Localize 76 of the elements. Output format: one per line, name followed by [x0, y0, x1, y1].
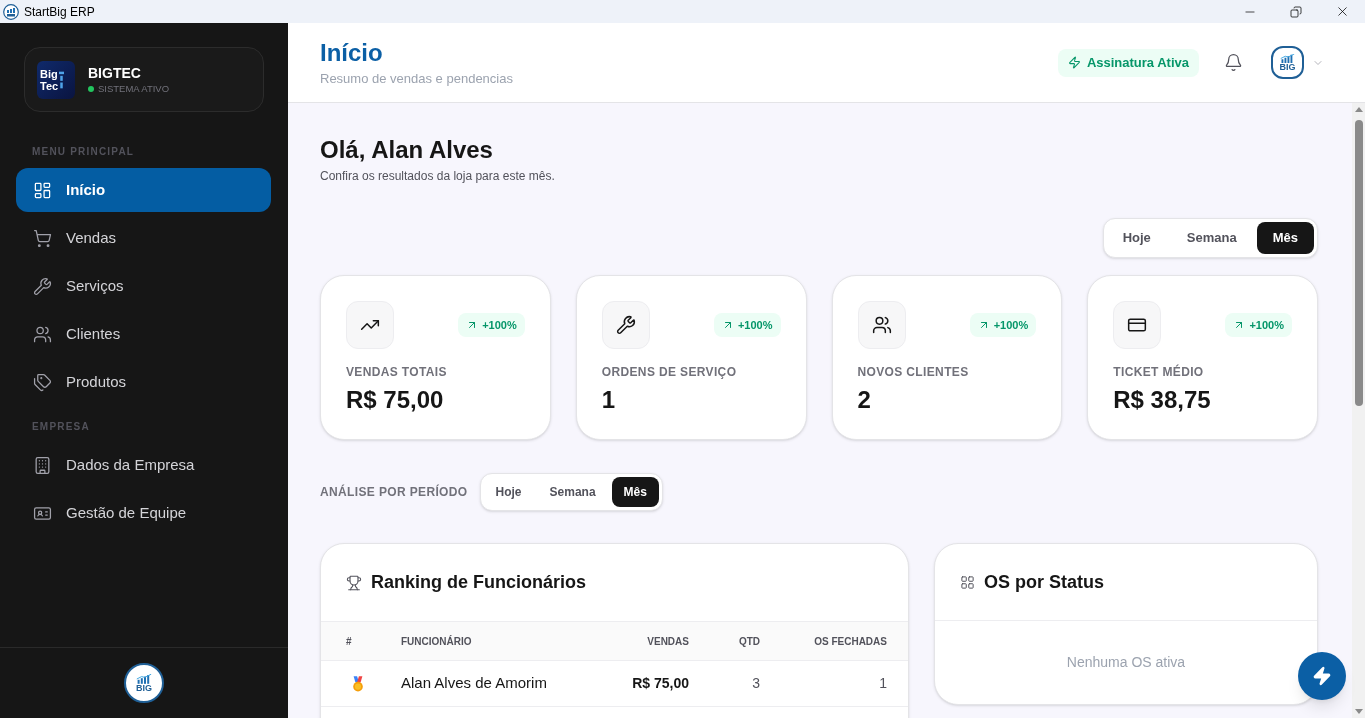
column-header: FUNCIONÁRIO	[401, 634, 473, 649]
dashboard-icon	[33, 180, 52, 200]
period-tab[interactable]: Semana	[537, 477, 608, 507]
sidebar-item[interactable]: Dados da Empresa	[16, 443, 271, 487]
change-value: +100%	[993, 317, 1029, 333]
greeting-title: Olá, Alan Alves	[320, 135, 494, 165]
period-tab[interactable]: Mês	[1256, 222, 1314, 254]
logo-text: BIG	[136, 683, 152, 693]
bar-chart-icon	[136, 673, 152, 684]
company-name: BIGTEC	[88, 63, 142, 82]
page-title: Início	[320, 38, 384, 68]
lightning-icon	[1067, 56, 1081, 69]
app-icon	[3, 3, 19, 20]
company-status: SISTEMA ATIVO	[98, 81, 170, 96]
stat-value: 1	[601, 385, 617, 415]
section-title: EMPRESA	[32, 421, 91, 433]
change-value: +100%	[1249, 317, 1284, 333]
period-tab[interactable]: Semana	[1170, 222, 1253, 254]
period-tab[interactable]: Mês	[611, 477, 659, 507]
subscription-status: Assinatura Ativa	[1086, 53, 1189, 72]
stat-value: R$ 75,00	[346, 385, 445, 415]
table-cell-text: 1	[878, 674, 887, 693]
stat-label: VENDAS TOTAIS	[346, 364, 448, 380]
table-cell-text: R$ 75,00	[631, 674, 689, 693]
trend-up-icon	[346, 301, 394, 349]
cart-icon	[33, 228, 52, 248]
sidebar-item[interactable]: Vendas	[16, 216, 271, 260]
medal-icon	[351, 675, 365, 692]
change-value: +100%	[737, 317, 773, 333]
table-cell-text: Alan Alves de Amorim	[401, 673, 548, 694]
avatar-text: BIG	[1279, 62, 1296, 72]
page-subtitle: Resumo de vendas e pendencias	[320, 70, 513, 87]
restore-icon[interactable]	[1290, 5, 1302, 18]
tags-icon	[33, 372, 52, 392]
section-title: MENU PRINCIPAL	[32, 146, 136, 158]
column-header: VENDAS	[646, 634, 689, 649]
stat-label: NOVOS CLIENTES	[857, 364, 970, 380]
scrollbar[interactable]	[1352, 103, 1365, 718]
quick-action-button[interactable]	[1298, 652, 1346, 700]
card-title: Ranking de Funcionários	[371, 571, 587, 594]
wrench-icon	[33, 276, 52, 296]
logo-text: Big	[40, 67, 59, 80]
sidebar-item[interactable]: Gestão de Equipe	[16, 491, 271, 535]
trophy-icon	[346, 574, 362, 591]
stat-label: ORDENS DE SERVIÇO	[601, 364, 738, 380]
sidebar-item[interactable]: Produtos	[16, 360, 271, 404]
card-title: OS por Status	[984, 570, 1104, 594]
column-header: #	[346, 634, 353, 649]
users-icon	[33, 324, 52, 344]
empty-state-text: Nenhuma OS ativa	[1066, 653, 1186, 672]
grid-icon	[960, 574, 975, 590]
period-tab[interactable]: Hoje	[483, 477, 534, 507]
logo-mark-icon	[59, 70, 65, 89]
column-header: QTD	[737, 634, 760, 649]
column-header: OS FECHADAS	[813, 634, 887, 649]
wrench-icon	[601, 301, 650, 349]
stat-value: R$ 38,75	[1113, 385, 1212, 415]
analysis-label: ANÁLISE POR PERÍODO	[320, 483, 468, 501]
bar-chart-icon	[1280, 53, 1295, 63]
sidebar-item[interactable]: Clientes	[16, 312, 271, 356]
stat-label: TICKET MÉDIO	[1113, 364, 1205, 380]
sidebar-item[interactable]: Início	[16, 168, 271, 212]
logo-text: Tec	[40, 79, 59, 92]
sidebar-item[interactable]: Serviços	[16, 264, 271, 308]
profile-avatar[interactable]: BIG	[1271, 46, 1304, 79]
stat-value: 2	[857, 385, 872, 415]
lightning-icon	[1312, 666, 1332, 686]
change-value: +100%	[482, 317, 517, 333]
building-icon	[33, 455, 52, 475]
greeting-subtitle: Confira os resultados da loja para este mês.	[320, 168, 556, 184]
notification-bell-icon[interactable]	[1224, 53, 1243, 72]
table-cell-text: 3	[751, 674, 760, 693]
period-tab[interactable]: Hoje	[1106, 222, 1167, 254]
users-icon	[857, 301, 906, 349]
credit-card-icon	[1113, 301, 1162, 349]
window-title: StartBig ERP	[24, 3, 95, 21]
